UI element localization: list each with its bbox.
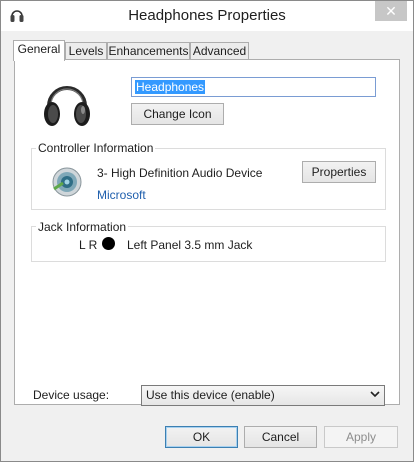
- device-usage-selected: Use this device (enable): [146, 388, 275, 402]
- jack-channels: L R: [79, 238, 98, 252]
- tab-enhancements[interactable]: Enhancements: [107, 42, 190, 60]
- window-title: Headphones Properties: [128, 7, 286, 24]
- properties-window: Headphones Properties ✕ General Levels E…: [0, 0, 414, 462]
- device-usage-dropdown[interactable]: Use this device (enable): [141, 385, 385, 406]
- tab-general[interactable]: General: [13, 40, 65, 61]
- jack-info-label: Jack Information: [36, 220, 129, 234]
- change-icon-button[interactable]: Change Icon: [131, 103, 224, 125]
- apply-button[interactable]: Apply: [324, 426, 398, 448]
- controller-vendor: Microsoft: [97, 188, 146, 202]
- headphones-icon: [44, 86, 90, 126]
- device-usage-label: Device usage:: [33, 388, 110, 402]
- chevron-down-icon: [370, 391, 380, 398]
- tab-levels[interactable]: Levels: [65, 42, 107, 60]
- close-button[interactable]: ✕: [375, 1, 407, 21]
- device-name-field[interactable]: Headphones: [131, 77, 376, 97]
- controller-device-name: 3- High Definition Audio Device: [97, 166, 263, 180]
- cancel-button[interactable]: Cancel: [244, 426, 317, 448]
- dialog-client-area: General Levels Enhancements Advanced Hea…: [1, 31, 413, 461]
- jack-description: Left Panel 3.5 mm Jack: [127, 238, 253, 252]
- speaker-device-icon: [52, 167, 82, 197]
- title-bar[interactable]: Headphones Properties ✕: [1, 1, 413, 31]
- controller-info-label: Controller Information: [36, 141, 156, 155]
- close-icon: ✕: [385, 2, 397, 19]
- device-name-value: Headphones: [135, 80, 206, 94]
- controller-properties-button[interactable]: Properties: [302, 161, 376, 183]
- ok-button[interactable]: OK: [165, 426, 238, 448]
- tab-advanced[interactable]: Advanced: [190, 42, 249, 60]
- jack-color-indicator: [102, 237, 115, 250]
